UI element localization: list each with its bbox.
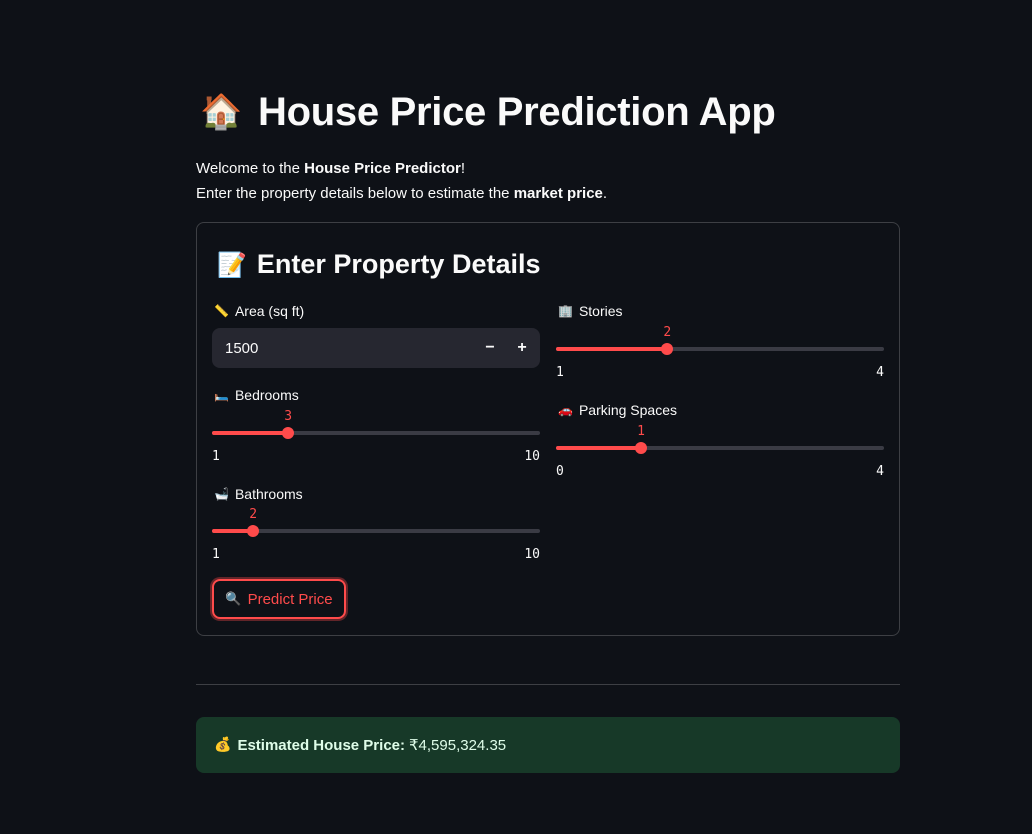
intro-line-1-suffix: !: [460, 160, 466, 177]
parking-label: 🚗 Parking Spaces: [558, 402, 677, 418]
stories-slider-min: 1: [556, 365, 564, 380]
intro-text: Welcome to the House Price Predictor! En…: [196, 156, 607, 206]
area-label-text: Area (sq ft): [234, 303, 305, 319]
intro-line-2-prefix: Enter the property details below to esti…: [196, 185, 514, 202]
result-label: Estimated House Price:: [237, 736, 405, 754]
parking-slider-min: 0: [556, 464, 564, 479]
memo-icon: 📝: [217, 250, 247, 279]
bedrooms-label-text: Bedrooms: [234, 387, 299, 403]
magnifier-icon: 🔍: [225, 591, 242, 607]
result-value: ₹4,595,324.35: [409, 737, 507, 754]
stories-label-text: Stories: [578, 303, 623, 319]
area-number-input: − +: [212, 328, 540, 368]
bedrooms-slider-max: 10: [524, 449, 540, 464]
stories-slider-max: 4: [876, 365, 884, 380]
parking-slider-value: 1: [637, 424, 645, 439]
intro-line-2: Enter the property details below to esti…: [196, 181, 607, 206]
bathrooms-label-text: Bathrooms: [234, 486, 303, 502]
bedrooms-slider-thumb[interactable]: [282, 427, 295, 439]
bathtub-icon: 🛁: [214, 487, 229, 501]
bedrooms-slider-fill: [212, 431, 289, 435]
bathrooms-slider[interactable]: 2 1 10: [212, 507, 540, 567]
money-bag-icon: 💰: [214, 737, 232, 753]
stories-slider-fill: [556, 347, 668, 351]
parking-label-text: Parking Spaces: [578, 402, 678, 418]
stories-slider-value: 2: [663, 325, 672, 340]
intro-line-2-bold: market price: [513, 185, 603, 202]
bed-icon: 🛏️: [214, 388, 229, 402]
page-title: 🏠 House Price Prediction App: [200, 84, 776, 140]
parking-slider-fill: [556, 446, 641, 450]
intro-line-2-suffix: .: [602, 185, 608, 202]
bedrooms-slider-min: 1: [212, 449, 220, 464]
area-decrement-button[interactable]: −: [474, 328, 506, 368]
intro-line-1: Welcome to the House Price Predictor!: [196, 156, 607, 181]
bathrooms-slider-max: 10: [524, 547, 540, 562]
area-label: 📏 Area (sq ft): [214, 303, 304, 319]
parking-slider-thumb[interactable]: [635, 442, 647, 454]
bedrooms-slider-value: 3: [284, 409, 293, 424]
property-form: 📝 Enter Property Details 📏 Area (sq ft) …: [196, 222, 900, 636]
area-input[interactable]: [212, 328, 465, 368]
bathrooms-slider-track[interactable]: [212, 529, 540, 533]
page-title-text: House Price Prediction App: [258, 90, 776, 134]
form-heading-text: Enter Property Details: [256, 249, 541, 279]
predict-price-button-label: Predict Price: [247, 590, 333, 608]
bedrooms-slider[interactable]: 3 1 10: [212, 409, 540, 469]
intro-line-1-prefix: Welcome to the: [196, 160, 305, 177]
form-heading: 📝 Enter Property Details: [217, 249, 540, 280]
stories-slider[interactable]: 2 1 4: [556, 325, 884, 385]
bathrooms-slider-value: 2: [249, 507, 258, 522]
result-alert: 💰 Estimated House Price: ₹4,595,324.35: [196, 717, 900, 773]
divider: [196, 684, 900, 685]
bathrooms-slider-min: 1: [212, 547, 220, 562]
ruler-icon: 📏: [214, 304, 229, 318]
stories-slider-thumb[interactable]: [661, 343, 674, 355]
predict-price-button[interactable]: 🔍 Predict Price: [212, 579, 346, 619]
building-icon: 🏢: [558, 304, 573, 318]
house-icon: 🏠: [200, 92, 243, 132]
parking-slider[interactable]: 1 0 4: [556, 424, 884, 484]
bedrooms-label: 🛏️ Bedrooms: [214, 387, 299, 403]
bathrooms-label: 🛁 Bathrooms: [214, 486, 303, 502]
area-increment-button[interactable]: +: [506, 328, 538, 368]
app-page: 🏠 House Price Prediction App Welcome to …: [0, 0, 1032, 834]
intro-line-1-bold: House Price Predictor: [304, 160, 461, 177]
parking-slider-max: 4: [876, 464, 884, 479]
stories-label: 🏢 Stories: [558, 303, 623, 319]
car-icon: 🚗: [558, 403, 573, 417]
bathrooms-slider-thumb[interactable]: [247, 525, 260, 537]
